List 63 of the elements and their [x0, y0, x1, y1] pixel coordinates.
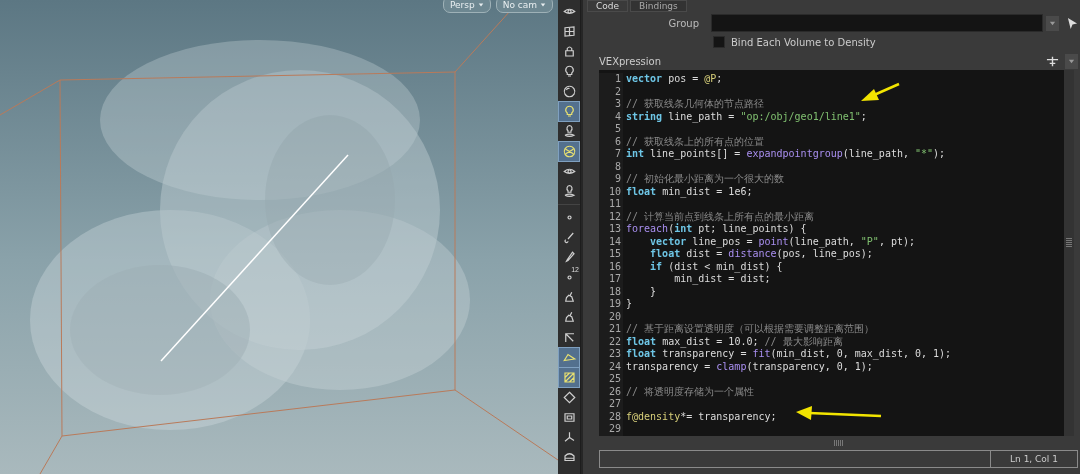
caret-icon: [1068, 57, 1075, 65]
dropdown-button[interactable]: [1065, 53, 1078, 69]
expand-icon[interactable]: [1046, 54, 1059, 68]
group-field[interactable]: [711, 14, 1043, 32]
line-number: 13: [599, 223, 623, 236]
code-line: }: [626, 298, 633, 311]
code-line: vector line_pos = point(line_path, "P", pt);: [649, 235, 915, 248]
line-number: 5: [599, 123, 623, 136]
code-line: float dist = distance(pos, line_pos);: [649, 248, 873, 261]
code-line: // 计算当前点到线条上所有点的最小距离: [626, 210, 815, 223]
checker-icon: [561, 370, 577, 385]
line-number: 3: [599, 98, 623, 111]
checkbox[interactable]: [713, 36, 725, 48]
line-number: 27: [599, 398, 623, 411]
code-line: int line_points[] = expandpointgroup(line_path, "*");: [626, 148, 946, 161]
cursor-position: Ln 1, Col 1: [1009, 453, 1059, 466]
code-line: // 将透明度存储为一个属性: [626, 385, 755, 398]
section-label: VEXpression: [599, 55, 663, 67]
tab[interactable]: Bindings: [630, 0, 687, 12]
caret-icon: [477, 2, 484, 8]
view-menu-button[interactable]: Persp: [442, 0, 491, 13]
dropdown-button[interactable]: [1046, 15, 1059, 31]
view-menu-button[interactable]: No cam: [495, 0, 553, 13]
code-line: transparency = clamp(transparency, 0, 1);: [626, 360, 873, 373]
code-line: if (dist < min_dist) {: [649, 260, 783, 273]
code-line: // 基于距离设置透明度（可以根据需要调整距离范围）: [626, 323, 875, 336]
line-number: 23: [599, 348, 623, 361]
line-number: 21: [599, 323, 623, 336]
line-number: 7: [599, 148, 623, 161]
code-line: float max_dist = 10.0; // 最大影响距离: [626, 335, 843, 348]
line-number: 25: [599, 373, 623, 386]
cursor-icon[interactable]: [1067, 16, 1078, 30]
line-number: 15: [599, 248, 623, 261]
code-line: // 初始化最小距离为一个很大的数: [626, 173, 785, 186]
line-number: 1: [599, 73, 623, 86]
grid-icon: [561, 24, 577, 39]
tab[interactable]: Code: [587, 0, 629, 12]
line-number: 11: [599, 198, 623, 211]
diamond-icon: [561, 390, 577, 405]
line-number: 17: [599, 273, 623, 286]
code-line: float transparency = fit(min_dist, 0, max_dist, 0, 1);: [626, 348, 952, 361]
annotation-arrow: [861, 82, 900, 101]
checkbox-label: Bind Each Volume to Density: [731, 36, 876, 48]
code-line: // 获取线条上的所有点的位置: [626, 135, 765, 148]
line-number: 9: [599, 173, 623, 186]
line-number: 19: [599, 298, 623, 311]
code-line: // 获取线条几何体的节点路径: [626, 98, 765, 111]
3d-viewport[interactable]: Persp No cam: [0, 0, 558, 474]
caret-icon: [1049, 19, 1056, 27]
code-line: foreach(int pt; line_points) {: [626, 223, 807, 236]
code-editor[interactable]: [599, 70, 1064, 436]
toolbar-button[interactable]: [559, 368, 579, 387]
code-line: min_dist = dist;: [673, 273, 771, 286]
line-number: 29: [599, 423, 623, 436]
code-line: string line_path = "op:/obj/geo1/line1";: [626, 110, 867, 123]
code-line: f@density*= transparency;: [626, 410, 777, 423]
code-line: float min_dist = 1e6;: [626, 185, 753, 198]
scrollbar[interactable]: [1064, 70, 1074, 436]
code-line: vector pos = @P;: [626, 73, 723, 86]
field-label: Group: [667, 17, 700, 29]
brush-icon: [561, 230, 577, 245]
code-line: }: [649, 285, 657, 298]
caret-icon: [540, 2, 546, 8]
